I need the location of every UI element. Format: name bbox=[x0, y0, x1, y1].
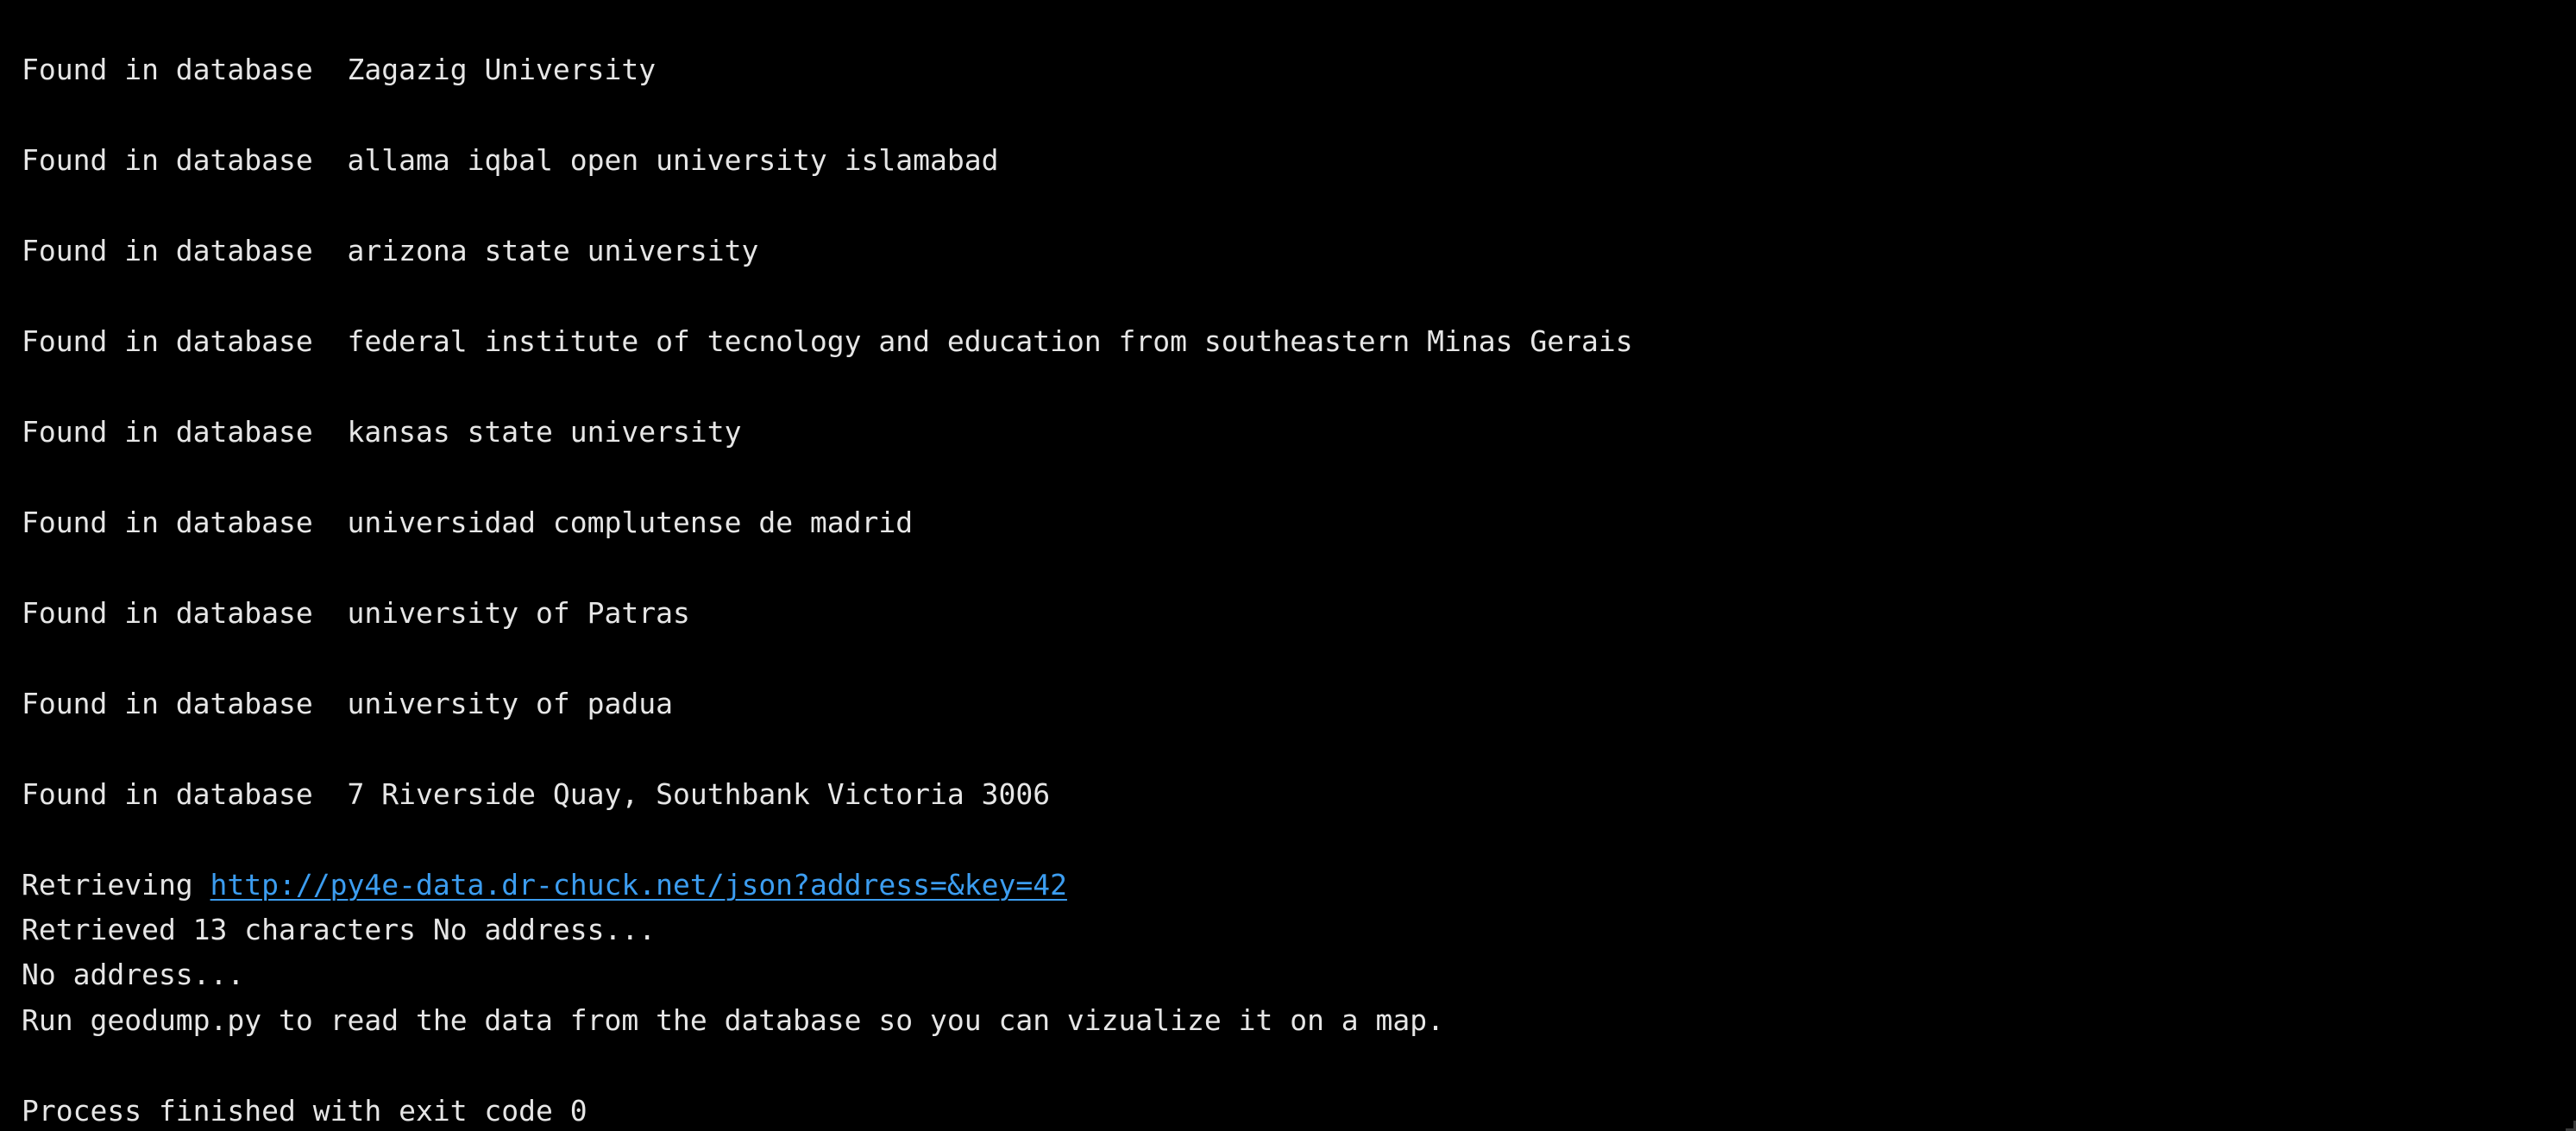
found-value: universidad complutense de madrid bbox=[347, 506, 914, 539]
found-prefix: Found in database bbox=[22, 506, 348, 539]
console-line-no-address: No address... bbox=[22, 958, 245, 991]
found-prefix: Found in database bbox=[22, 53, 348, 86]
retrieving-prefix: Retrieving bbox=[22, 868, 210, 902]
resize-grip-icon[interactable] bbox=[2566, 1121, 2576, 1131]
console-line-found-7: Found in database university of padua bbox=[22, 682, 673, 726]
found-prefix: Found in database bbox=[22, 596, 348, 630]
found-value: 7 Riverside Quay, Southbank Victoria 300… bbox=[347, 777, 1051, 811]
console-line-retrieved: Retrieved 13 characters No address... bbox=[22, 913, 657, 946]
console-line-found-2: Found in database arizona state universi… bbox=[22, 229, 758, 273]
console-line-found-1: Found in database allama iqbal open univ… bbox=[22, 138, 998, 183]
found-value: Zagazig University bbox=[347, 53, 657, 86]
console-line-found-3: Found in database federal institute of t… bbox=[22, 319, 1633, 364]
found-value: arizona state university bbox=[347, 234, 759, 267]
found-prefix: Found in database bbox=[22, 143, 348, 177]
found-prefix: Found in database bbox=[22, 687, 348, 720]
found-prefix: Found in database bbox=[22, 777, 348, 811]
found-value: kansas state university bbox=[347, 415, 742, 449]
console-line-found-6: Found in database university of Patras bbox=[22, 591, 690, 636]
found-prefix: Found in database bbox=[22, 415, 348, 449]
console-line-process-finished: Process finished with exit code 0 bbox=[22, 1094, 587, 1128]
console-line-found-4: Found in database kansas state universit… bbox=[22, 410, 741, 455]
found-prefix: Found in database bbox=[22, 324, 348, 358]
console-line-found-8: Found in database 7 Riverside Quay, Sout… bbox=[22, 772, 1050, 817]
found-value: university of Patras bbox=[347, 596, 690, 630]
console-line-retrieving: Retrieving http://py4e-data.dr-chuck.net… bbox=[22, 863, 1067, 908]
console-line-found-0: Found in database Zagazig University bbox=[22, 47, 656, 92]
retrieving-url-link[interactable]: http://py4e-data.dr-chuck.net/json?addre… bbox=[210, 868, 1067, 902]
console-line-found-5: Found in database universidad complutens… bbox=[22, 500, 913, 545]
found-value: federal institute of tecnology and educa… bbox=[347, 324, 1633, 358]
found-value: allama iqbal open university islamabad bbox=[347, 143, 999, 177]
found-prefix: Found in database bbox=[22, 234, 348, 267]
console-line-run-geodump: Run geodump.py to read the data from the… bbox=[22, 1003, 1445, 1037]
run-console-output[interactable]: Found in database Zagazig University Fou… bbox=[0, 0, 2576, 1131]
found-value: university of padua bbox=[347, 687, 674, 720]
